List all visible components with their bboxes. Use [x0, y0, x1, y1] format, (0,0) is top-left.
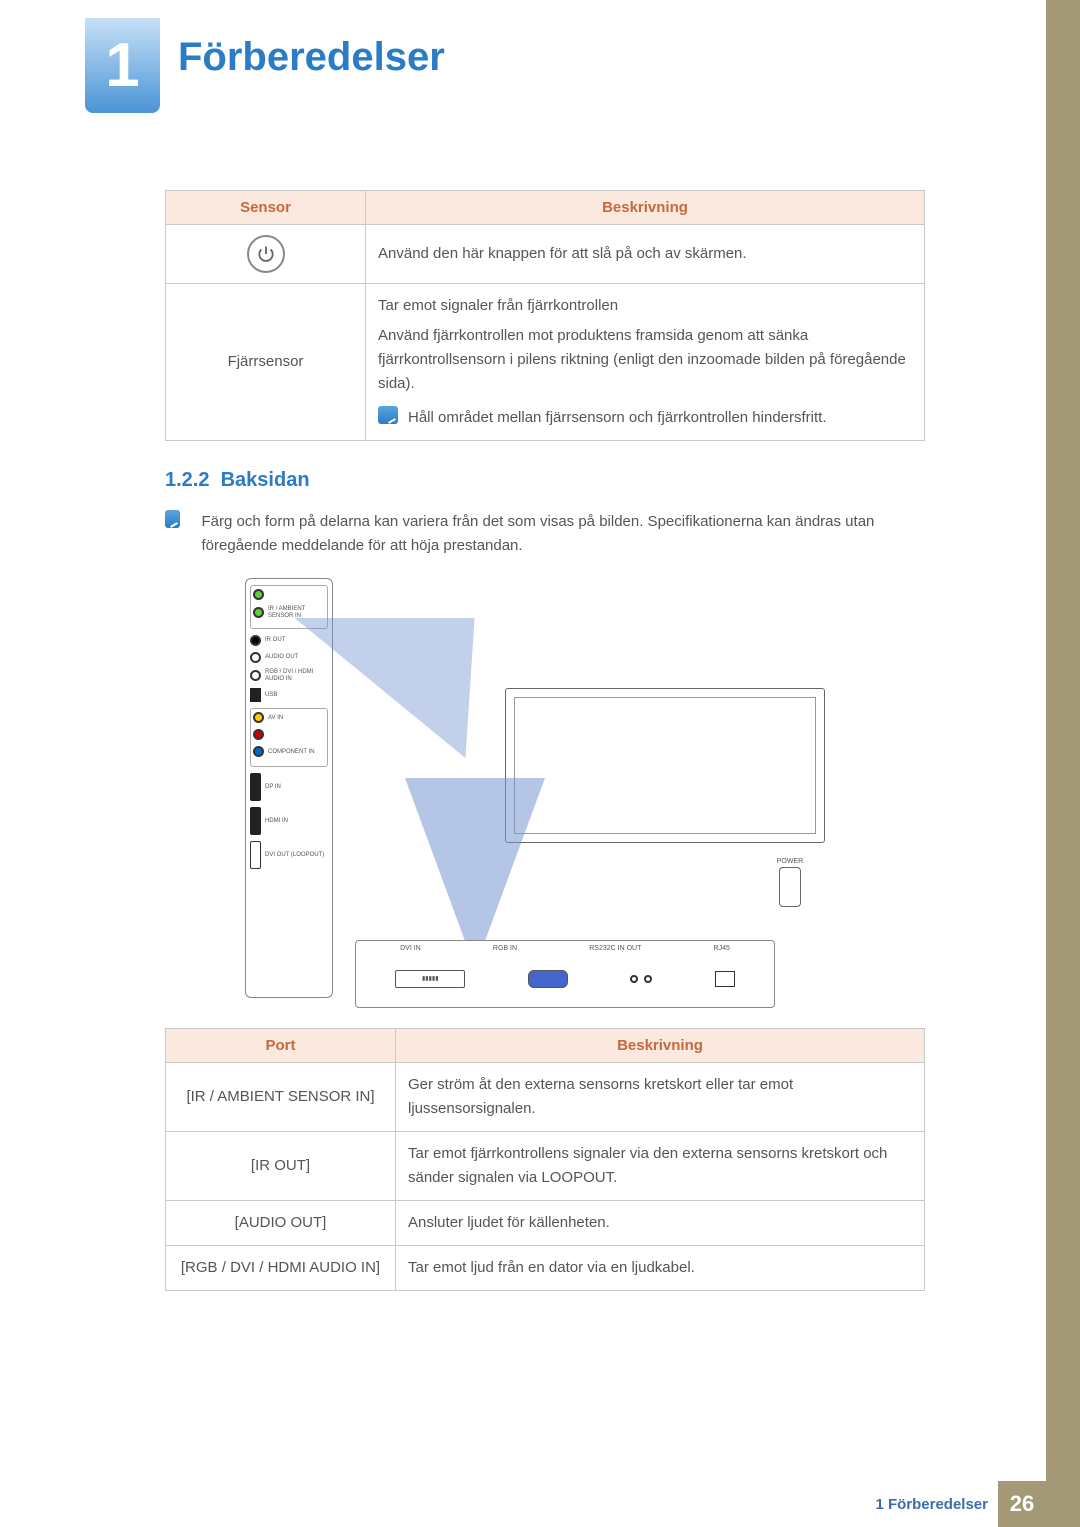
- sensor-desc-remote: Tar emot signaler från fjärrkontrollen A…: [366, 284, 925, 441]
- page-content: Sensor Beskrivning Använd den här knappe…: [165, 190, 925, 1291]
- monitor-outline: [505, 688, 825, 843]
- sensor-note-row: Håll området mellan fjärrsensorn och fjä…: [378, 406, 912, 430]
- sensor-desc-power: Använd den här knappen för att slå på oc…: [366, 225, 925, 284]
- sensor-cell-remote: Fjärrsensor: [166, 284, 366, 441]
- table-row: [IR OUT] Tar emot fjärrkontrollens signa…: [166, 1132, 925, 1201]
- port-label: HDMI IN: [265, 818, 288, 825]
- port-label: RJ45: [714, 945, 730, 952]
- port-label: USB: [265, 692, 277, 699]
- dvi-connector-icon: ▮▮▮▮▮: [395, 970, 465, 988]
- port-label: RGB / DVI / HDMI AUDIO IN: [265, 669, 328, 682]
- sensor-table-header-desc: Beskrivning: [366, 191, 925, 225]
- port-table-header-desc: Beskrivning: [396, 1029, 925, 1063]
- port-label: DP IN: [265, 784, 281, 791]
- section-note: Färg och form på delarna kan variera frå…: [165, 510, 925, 558]
- section-note-text: Färg och form på delarna kan variera frå…: [202, 510, 926, 558]
- port-label: RGB IN: [493, 945, 517, 952]
- chapter-title: Förberedelser: [178, 35, 445, 80]
- chapter-number-tab: 1: [85, 18, 160, 113]
- table-row: [RGB / DVI / HDMI AUDIO IN] Tar emot lju…: [166, 1246, 925, 1291]
- rs232c-connector-icon: [630, 975, 652, 983]
- sensor-table-header-sensor: Sensor: [166, 191, 366, 225]
- page-footer: 1 Förberedelser 26: [0, 1481, 1046, 1527]
- port-desc: Tar emot fjärrkontrollens signaler via d…: [396, 1132, 925, 1201]
- port-name: [AUDIO OUT]: [166, 1201, 396, 1246]
- note-icon: [378, 406, 398, 424]
- port-label: AUDIO OUT: [265, 654, 298, 661]
- note-icon: [165, 510, 180, 528]
- port-label: DVI IN: [400, 945, 421, 952]
- port-label: AV IN: [268, 715, 283, 722]
- port-name: [IR OUT]: [166, 1132, 396, 1201]
- sensor-table: Sensor Beskrivning Använd den här knappe…: [165, 190, 925, 441]
- port-desc: Tar emot ljud från en dator via en ljudk…: [396, 1246, 925, 1291]
- margin-strip: [1046, 0, 1080, 1527]
- port-label: DVI OUT (LOOPOUT): [265, 852, 324, 859]
- table-row: [AUDIO OUT] Ansluter ljudet för källenhe…: [166, 1201, 925, 1246]
- port-label: IR OUT: [265, 637, 285, 644]
- sensor-cell-power: [166, 225, 366, 284]
- table-row: Använd den här knappen för att slå på oc…: [166, 225, 925, 284]
- port-desc: Ger ström åt den externa sensorns kretsk…: [396, 1063, 925, 1132]
- power-label: POWER: [777, 858, 803, 865]
- port-label: COMPONENT IN: [268, 749, 315, 756]
- port-name: [RGB / DVI / HDMI AUDIO IN]: [166, 1246, 396, 1291]
- port-name: [IR / AMBIENT SENSOR IN]: [166, 1063, 396, 1132]
- bottom-port-panel: DVI IN RGB IN RS232C IN OUT RJ45 ▮▮▮▮▮: [355, 940, 775, 1008]
- sensor-note-text: Håll området mellan fjärrsensorn och fjä…: [408, 406, 912, 430]
- rj45-connector-icon: [715, 971, 735, 987]
- chapter-number: 1: [105, 30, 139, 101]
- table-row: [IR / AMBIENT SENSOR IN] Ger ström åt de…: [166, 1063, 925, 1132]
- power-connector: POWER: [765, 858, 815, 909]
- footer-chapter-ref: 1 Förberedelser: [875, 1496, 988, 1513]
- section-title: Baksidan: [221, 469, 310, 491]
- port-table-header-port: Port: [166, 1029, 396, 1063]
- power-icon: [247, 235, 285, 273]
- port-table: Port Beskrivning [IR / AMBIENT SENSOR IN…: [165, 1028, 925, 1291]
- section-heading: 1.2.2 Baksidan: [165, 469, 925, 492]
- page-number: 26: [998, 1481, 1046, 1527]
- rear-diagram: IR / AMBIENT SENSOR IN IR OUT AUDIO OUT …: [245, 578, 845, 1008]
- section-number: 1.2.2: [165, 469, 209, 491]
- vga-connector-icon: [528, 970, 568, 988]
- table-row: Fjärrsensor Tar emot signaler från fjärr…: [166, 284, 925, 441]
- port-label: RS232C IN OUT: [589, 945, 641, 952]
- sensor-desc-line1: Tar emot signaler från fjärrkontrollen: [378, 294, 912, 318]
- manual-page: 1 Förberedelser Sensor Beskrivning: [0, 0, 1080, 1527]
- port-desc: Ansluter ljudet för källenheten.: [396, 1201, 925, 1246]
- sensor-desc-line2: Använd fjärrkontrollen mot produktens fr…: [378, 324, 912, 396]
